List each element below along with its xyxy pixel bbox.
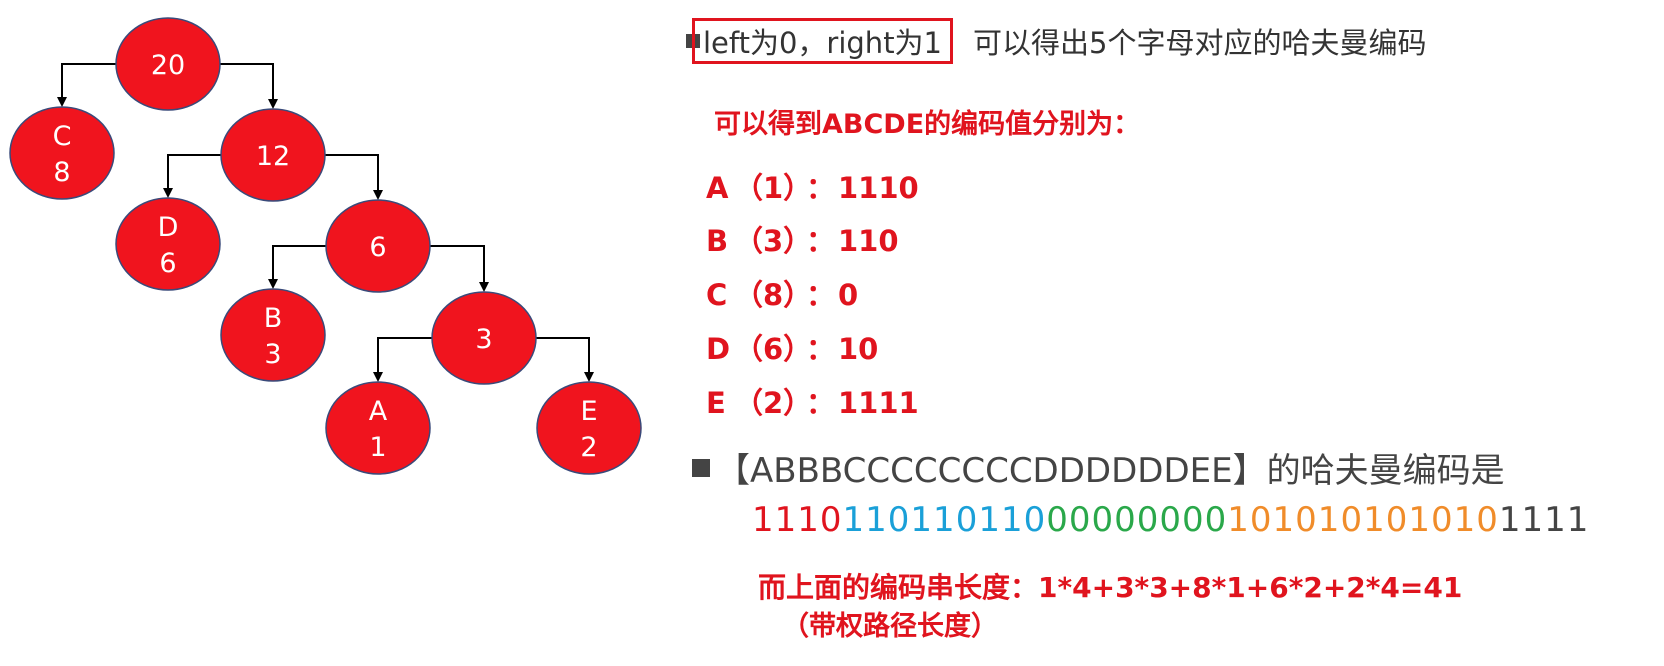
bits-c: 00000000 bbox=[1046, 500, 1228, 540]
edge-left bbox=[272, 245, 326, 280]
edge-right bbox=[325, 154, 379, 191]
code-letter: C bbox=[706, 278, 728, 312]
highlight-box: left为0，right为1 bbox=[692, 18, 954, 64]
code-letter: D bbox=[706, 332, 731, 366]
code-value: 0 bbox=[838, 278, 859, 312]
length-calculation: 而上面的编码串长度：1*4+3*3+8*1+6*2+2*4=41 bbox=[758, 571, 1463, 604]
code-row-e: E （2）： 1111 bbox=[706, 380, 919, 422]
code-row-c: C （8）： 0 bbox=[706, 272, 858, 314]
node-weight: 6 bbox=[369, 232, 386, 263]
code-letter: A bbox=[706, 171, 729, 205]
code-colon: ： bbox=[806, 224, 836, 258]
edge-left bbox=[377, 337, 432, 373]
huffman-tree: 20C812D66B3 3A1E2 bbox=[9, 17, 642, 475]
code-row-d: D （6）： 10 bbox=[706, 326, 878, 368]
bits-d: 101010101010 bbox=[1227, 500, 1499, 540]
node-letter: B bbox=[264, 303, 283, 334]
code-row-a: A （1）： 1110 bbox=[706, 165, 919, 207]
node-letter: E bbox=[580, 396, 597, 427]
code-colon: ： bbox=[806, 278, 836, 312]
node-weight: 2 bbox=[580, 432, 597, 463]
code-letter: B bbox=[706, 224, 729, 258]
code-letter: E bbox=[706, 386, 726, 420]
tree-node-d: D6 bbox=[115, 197, 221, 291]
code-weight: （8） bbox=[734, 278, 813, 312]
tree-node-e: E2 bbox=[536, 381, 642, 475]
code-colon: ： bbox=[806, 171, 836, 205]
code-value: 1110 bbox=[838, 171, 919, 205]
code-value: 10 bbox=[838, 332, 879, 366]
edge-right bbox=[536, 337, 590, 373]
code-weight: （6） bbox=[734, 332, 813, 366]
code-weight: （2） bbox=[734, 386, 813, 420]
code-weight: （1） bbox=[734, 171, 813, 205]
arrow-head bbox=[163, 188, 173, 198]
edge-right bbox=[220, 63, 274, 100]
length-note: （带权路径长度） bbox=[782, 611, 998, 642]
node-letter: A bbox=[369, 396, 388, 427]
tree-node-6: 6 bbox=[325, 199, 431, 293]
node-weight: 12 bbox=[256, 141, 290, 172]
huffman-bitstring: 1110110110110000000001010101010101111 bbox=[752, 500, 1589, 540]
heading-2: 【ABBBCCCCCCCCDDDDDDEE】的哈夫曼编码是 bbox=[716, 451, 1505, 491]
heading-1-rest: 可以得出5个字母对应的哈夫曼编码 bbox=[973, 26, 1427, 60]
edge-left bbox=[167, 154, 221, 189]
node-letter: D bbox=[158, 212, 179, 243]
node-weight: 3 bbox=[475, 324, 492, 355]
node-letter: C bbox=[53, 121, 72, 152]
code-value: 1111 bbox=[838, 386, 919, 420]
node-weight: 20 bbox=[151, 50, 185, 81]
tree-node-12: 12 bbox=[220, 108, 326, 202]
tree-node-a: A1 bbox=[325, 381, 431, 475]
code-row-b: B （3）： 110 bbox=[706, 218, 899, 260]
node-weight: 3 bbox=[264, 339, 281, 370]
code-value: 110 bbox=[838, 224, 899, 258]
bits-e: 1111 bbox=[1498, 500, 1590, 540]
codes-subheading: 可以得到ABCDE的编码值分别为： bbox=[714, 109, 1141, 140]
tree-node-20: 20 bbox=[115, 17, 221, 111]
edge-left bbox=[61, 63, 116, 98]
heading-1: left为0，right为1 可以得出5个字母对应的哈夫曼编码 bbox=[692, 18, 1427, 64]
node-weight: 6 bbox=[159, 248, 176, 279]
node-weight: 8 bbox=[53, 157, 70, 188]
tree-node-c: C8 bbox=[9, 106, 115, 200]
tree-node-3: 3 bbox=[431, 291, 537, 385]
bits-b: 110110110 bbox=[842, 500, 1047, 540]
edge-right bbox=[430, 245, 485, 283]
arrow-head bbox=[373, 190, 383, 200]
arrow-head bbox=[268, 279, 278, 289]
arrow-head bbox=[57, 97, 67, 107]
arrow-head bbox=[373, 372, 383, 382]
code-colon: ： bbox=[806, 386, 836, 420]
arrow-head bbox=[268, 99, 278, 109]
node-weight: 1 bbox=[369, 432, 386, 463]
code-colon: ： bbox=[806, 332, 836, 366]
tree-node-b: B3 bbox=[220, 288, 326, 382]
arrow-head bbox=[584, 372, 594, 382]
arrow-head bbox=[479, 282, 489, 292]
bits-a: 1110 bbox=[752, 500, 843, 540]
code-weight: （3） bbox=[734, 224, 813, 258]
bullet-2 bbox=[692, 459, 710, 477]
